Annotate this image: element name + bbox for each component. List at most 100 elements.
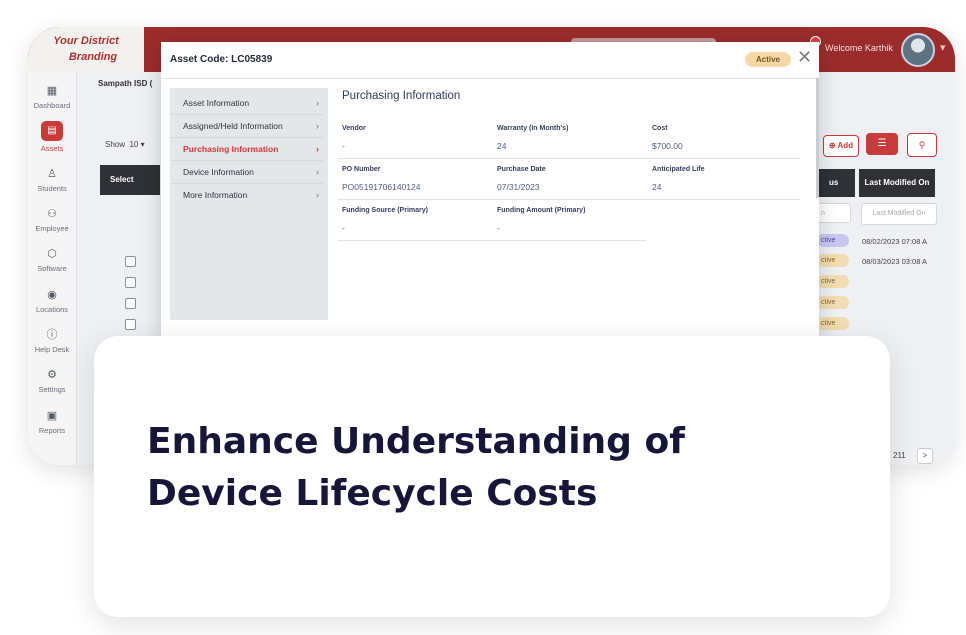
field-po-number: PO Number PO05191706140124 — [342, 166, 492, 192]
field-value: PO05191706140124 — [342, 182, 421, 192]
add-button-label: Add — [837, 141, 854, 150]
field-label: Funding Amount (Primary) — [497, 207, 586, 214]
field-divider — [338, 199, 800, 200]
row-checkbox[interactable] — [125, 319, 136, 330]
gear-icon: ⚙ — [47, 369, 57, 381]
chevron-right-icon: › — [316, 144, 319, 154]
sidebar-item-employee[interactable]: ⚇ Employee — [28, 207, 76, 233]
last-modified-cell: 08/02/2023 07:08 A — [862, 237, 928, 246]
software-icon: ⬡ — [47, 248, 57, 260]
chevron-down-icon: ▾ — [140, 140, 145, 149]
nav-device-information[interactable]: Device Information › — [170, 161, 323, 184]
field-value: - — [497, 223, 500, 233]
assets-icon: ▤ — [41, 121, 63, 141]
status-column-header: us — [817, 169, 855, 197]
nav-item-label: Assigned/Held Information — [183, 121, 283, 131]
sidebar-item-label: Settings — [38, 385, 66, 394]
field-value: - — [342, 141, 345, 151]
sidebar-item-label: Assets — [40, 144, 64, 153]
nav-purchasing-information[interactable]: Purchasing Information › — [170, 138, 323, 161]
row-checkbox[interactable] — [125, 298, 136, 309]
nav-item-label: More Information — [183, 190, 248, 200]
chevron-right-icon: › — [316, 98, 319, 108]
status-badge: ctive — [817, 317, 849, 330]
field-label: Purchase Date — [497, 166, 546, 173]
field-divider — [338, 240, 646, 241]
field-label: Cost — [652, 125, 668, 132]
sidebar-item-settings[interactable]: ⚙ Settings — [28, 368, 76, 394]
row-checkbox[interactable] — [125, 256, 136, 267]
report-icon: ▣ — [46, 410, 58, 422]
show-label: Show — [105, 140, 126, 149]
list-icon: ☰ — [877, 138, 887, 149]
sidebar-item-locations[interactable]: ◉ Locations — [28, 288, 76, 314]
avatar[interactable] — [901, 33, 935, 67]
students-icon: ♙ — [47, 168, 57, 180]
sidebar-item-label: Dashboard — [33, 101, 71, 110]
welcome-text: Welcome Karthik — [825, 43, 893, 53]
status-badge: ctive — [817, 254, 849, 267]
info-icon: ⓘ — [46, 329, 58, 341]
nav-more-information[interactable]: More Information › — [170, 184, 323, 206]
sidebar-item-reports[interactable]: ▣ Reports — [28, 409, 76, 435]
feature-card: Enhance Understanding of Device Lifecycl… — [94, 336, 890, 617]
field-cost: Cost $700.00 — [652, 125, 802, 151]
page-size-control[interactable]: Show 10 ▾ — [105, 140, 145, 149]
pagination-page[interactable]: 211 — [893, 451, 906, 460]
close-icon[interactable]: ✕ — [797, 47, 812, 67]
field-label: Funding Source (Primary) — [342, 207, 428, 214]
brand-line-2: Branding — [68, 51, 118, 63]
asset-details-modal: Asset Code: LC05839 Active ✕ Asset Infor… — [161, 42, 819, 352]
field-label: Anticipated Life — [652, 166, 705, 173]
nav-assigned-held-information[interactable]: Assigned/Held Information › — [170, 115, 323, 138]
sidebar: ▦ Dashboard ▤ Assets ♙ Students ⚇ Employ… — [28, 72, 77, 465]
sidebar-item-students[interactable]: ♙ Students — [28, 167, 76, 193]
select-column-header: Select — [100, 165, 160, 195]
pagination-next-button[interactable]: > — [917, 448, 933, 464]
sidebar-item-software[interactable]: ⬡ Software — [28, 247, 76, 273]
map-view-button[interactable]: ⚲ — [907, 133, 937, 157]
brand-line-1: Your District — [53, 35, 119, 47]
row-checkbox[interactable] — [125, 277, 136, 288]
last-modified-column-header: Last Modified On — [859, 169, 935, 197]
field-value: - — [342, 223, 345, 233]
field-divider — [338, 158, 800, 159]
field-value: $700.00 — [652, 141, 683, 151]
page-size-value[interactable]: 10 — [129, 140, 138, 149]
last-modified-cell: 08/03/2023 03:08 A — [862, 257, 928, 266]
field-label: PO Number — [342, 166, 381, 173]
chevron-down-icon[interactable]: ▾ — [940, 41, 946, 54]
sidebar-item-label: Employee — [35, 224, 69, 233]
status-filter-input[interactable]: n — [817, 203, 851, 223]
last-modified-filter-input[interactable]: Last Modified On — [861, 203, 937, 225]
district-selector[interactable]: Sampath ISD ( — [98, 79, 152, 88]
card-heading: Enhance Understanding of Device Lifecycl… — [147, 421, 685, 514]
modal-section-nav: Asset Information › Assigned/Held Inform… — [170, 88, 328, 320]
field-value: 24 — [652, 182, 662, 192]
list-view-button[interactable]: ☰ — [866, 133, 898, 155]
nav-asset-information[interactable]: Asset Information › — [170, 92, 323, 115]
field-warranty: Warranty (In Month's) 24 — [497, 125, 647, 151]
field-value: 07/31/2023 — [497, 182, 540, 192]
field-anticipated-life: Anticipated Life 24 — [652, 166, 802, 192]
status-badge: Active — [745, 52, 791, 67]
status-badge: ctive — [817, 275, 849, 288]
sidebar-item-label: Reports — [38, 426, 66, 435]
chevron-right-icon: › — [316, 121, 319, 131]
modal-scrollbar[interactable] — [816, 78, 819, 198]
field-value: 24 — [497, 141, 507, 151]
sidebar-item-label: Students — [37, 184, 67, 193]
sidebar-item-label: Locations — [35, 305, 69, 314]
brand-logo: Your District Branding — [28, 27, 144, 72]
modal-header: Asset Code: LC05839 Active ✕ — [161, 42, 819, 79]
add-button[interactable]: ⊕ Add — [823, 135, 859, 157]
chevron-right-icon: › — [316, 167, 319, 177]
nav-item-label: Device Information — [183, 167, 254, 177]
field-funding-source: Funding Source (Primary) - — [342, 207, 492, 233]
section-title: Purchasing Information — [342, 90, 461, 102]
sidebar-item-assets[interactable]: ▤ Assets — [28, 121, 76, 153]
sidebar-item-help-desk[interactable]: ⓘ Help Desk — [28, 328, 76, 354]
location-pin-icon: ◉ — [47, 289, 57, 301]
sidebar-item-dashboard[interactable]: ▦ Dashboard — [28, 84, 76, 110]
modal-title: Asset Code: LC05839 — [170, 54, 273, 65]
